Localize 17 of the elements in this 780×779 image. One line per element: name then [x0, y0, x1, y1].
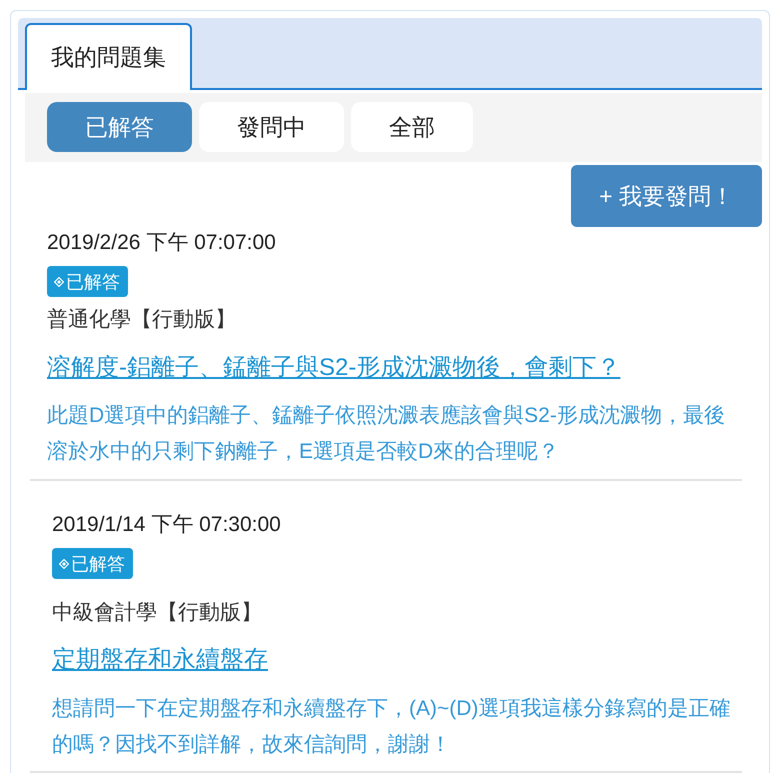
- question-title-link[interactable]: 溶解度-鋁離子、錳離子與S2-形成沈澱物後，會剩下？: [47, 354, 620, 381]
- filter-button[interactable]: 已解答: [47, 102, 192, 152]
- question-text: 想請問一下在定期盤存和永續盤存下，(A)~(D)選項我這樣分錄寫的是正確的嗎？因找不到詳解，故來信詢問，謝謝！: [52, 696, 732, 758]
- tab[interactable]: 我的問題集: [25, 23, 192, 90]
- status-label: 已解答: [71, 552, 125, 576]
- course-name: 中級會計學【行動版】: [52, 600, 263, 626]
- course-name: 普通化學【行動版】: [47, 307, 237, 333]
- question-title-link[interactable]: 定期盤存和永續盤存: [52, 646, 268, 673]
- question-date: 2019/2/26 下午 07:07:00: [47, 230, 277, 256]
- filter-button[interactable]: 發問中: [199, 102, 344, 152]
- question-date: 2019/1/14 下午 07:30:00: [52, 512, 282, 538]
- filter-button[interactable]: 全部: [351, 102, 473, 152]
- question-text: 此題D選項中的鋁離子、錳離子依照沈澱表應該會與S2-形成沈澱物，最後溶於水中的只剩下鈉離子，E選項是否較D來的合理呢？: [47, 403, 726, 465]
- diamond-icon: [54, 276, 64, 286]
- ask-question-button[interactable]: + 我要發問！: [571, 165, 762, 227]
- diamond-icon: [59, 558, 69, 568]
- status-label: 已解答: [66, 270, 120, 294]
